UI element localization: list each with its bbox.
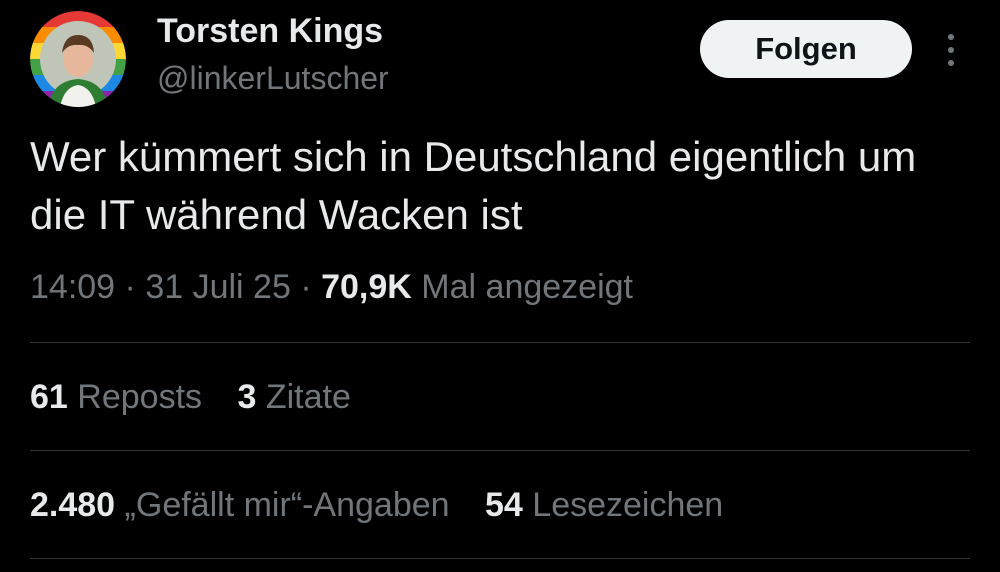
follow-button[interactable]: Folgen [700,20,912,78]
stats-row-reposts-quotes: 61 Reposts 3 Zitate [30,378,377,417]
bookmarks-stat[interactable]: 54 Lesezeichen [485,486,723,525]
likes-label: „Gefällt mir“-Angaben [124,486,450,524]
views-count: 70,9K [321,268,412,306]
tweet-date[interactable]: 31 Juli 25 [145,268,291,306]
quotes-stat[interactable]: 3 Zitate [237,378,350,417]
reposts-label: Reposts [77,378,203,416]
divider [30,342,970,343]
reposts-count: 61 [30,378,68,416]
views-label: Mal angezeigt [421,268,633,306]
meta-separator: · [124,268,136,306]
divider [30,558,970,559]
meta-separator: · [300,268,312,306]
quotes-label: Zitate [265,378,351,416]
divider [30,450,970,451]
reposts-stat[interactable]: 61 Reposts [30,378,202,417]
more-options-icon[interactable] [936,30,966,70]
bookmarks-label: Lesezeichen [532,486,724,524]
avatar[interactable] [30,11,126,107]
bookmarks-count: 54 [485,486,523,524]
author-handle[interactable]: @linkerLutscher [157,60,389,97]
stats-row-likes-bookmarks: 2.480 „Gefällt mir“-Angaben 54 Lesezeich… [30,486,749,525]
quotes-count: 3 [237,378,257,416]
tweet-text: Wer kümmert sich in Deutschland eigentli… [30,133,917,238]
tweet-time[interactable]: 14:09 [30,268,115,306]
likes-count: 2.480 [30,486,116,524]
avatar-image [30,11,126,107]
tweet-meta: 14:09 · 31 Juli 25 · 70,9K Mal angezeigt [30,268,633,307]
likes-stat[interactable]: 2.480 „Gefällt mir“-Angaben [30,486,450,525]
author-display-name[interactable]: Torsten Kings [157,12,383,51]
